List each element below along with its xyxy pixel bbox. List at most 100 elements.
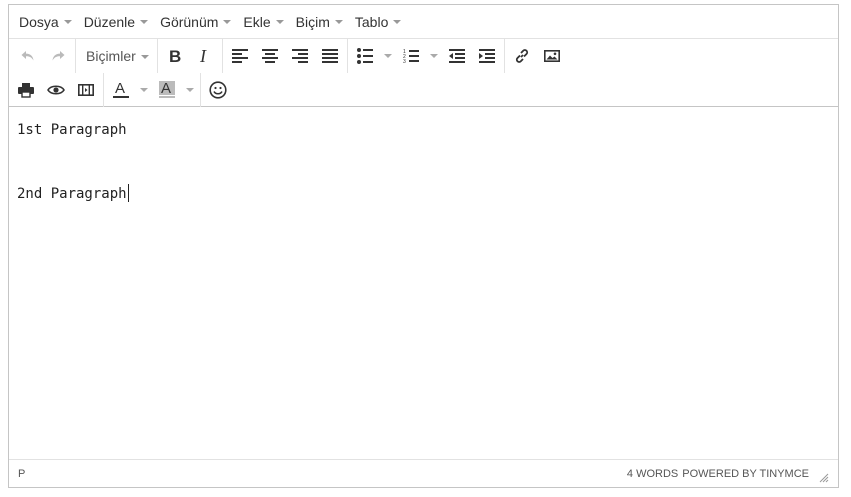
- emoticons-icon: [209, 81, 227, 99]
- bold-icon: B: [169, 48, 181, 64]
- paragraph-1: 1st Paragraph: [17, 122, 127, 138]
- undo-button[interactable]: [13, 42, 43, 70]
- emoticon-group: [201, 73, 235, 107]
- menu-table[interactable]: Tablo: [349, 7, 407, 37]
- formats-dropdown[interactable]: Biçimler: [78, 42, 155, 70]
- align-right-icon: [291, 49, 308, 63]
- text-color-icon: A: [113, 81, 129, 98]
- text-cursor: [127, 184, 129, 202]
- outdent-button[interactable]: [442, 42, 472, 70]
- paragraph-2: 2nd Paragraph: [17, 184, 830, 202]
- align-center-icon: [261, 49, 278, 63]
- background-color-dropdown[interactable]: [182, 76, 198, 104]
- powered-by-link[interactable]: POWERED BY TINYMCE: [682, 468, 809, 480]
- bullet-list-icon: [356, 48, 373, 64]
- toolbar-row-2: A A: [9, 73, 235, 107]
- menu-insert[interactable]: Ekle: [237, 7, 289, 37]
- menubar: Dosya Düzenle Görünüm Ekle Biçim Tablo: [9, 5, 838, 39]
- numbered-list-dropdown[interactable]: [426, 42, 442, 70]
- word-count: 4 WORDS: [626, 467, 679, 480]
- outdent-icon: [448, 49, 465, 63]
- editor-content-area[interactable]: 1st Paragraph 2nd Paragraph: [9, 107, 838, 459]
- align-right-button[interactable]: [285, 42, 315, 70]
- align-group: [223, 39, 348, 73]
- text-color-dropdown[interactable]: [136, 76, 152, 104]
- chevron-down-icon: [140, 20, 149, 24]
- chevron-down-icon: [334, 20, 343, 24]
- background-color-icon: A: [159, 81, 175, 98]
- align-left-button[interactable]: [225, 42, 255, 70]
- numbered-list-icon: 123: [403, 49, 419, 64]
- numbered-list-button[interactable]: 123: [396, 42, 426, 70]
- bullet-list-dropdown[interactable]: [380, 42, 396, 70]
- paragraph-2-text: 2nd Paragraph: [17, 186, 127, 202]
- formats-group: Biçimler: [76, 39, 158, 73]
- italic-icon: I: [199, 48, 207, 64]
- toolbar: Biçimler B I 1 2 3 A A: [9, 39, 838, 107]
- menu-edit[interactable]: Düzenle: [78, 7, 154, 37]
- preview-icon: [47, 85, 65, 95]
- toolbar-row-1: Biçimler B I 1 2 3: [9, 39, 569, 73]
- formats-label: Biçimler: [86, 48, 136, 64]
- emoticons-button[interactable]: [203, 76, 233, 104]
- history-group: [9, 39, 76, 73]
- menu-edit-label: Düzenle: [83, 13, 136, 30]
- align-center-button[interactable]: [255, 42, 285, 70]
- menu-file[interactable]: Dosya: [13, 7, 78, 37]
- preview-button[interactable]: [41, 76, 71, 104]
- insert-group: [505, 39, 569, 73]
- link-icon: [515, 49, 528, 63]
- status-right: 4 WORDS POWERED BY TINYMCE: [627, 465, 829, 483]
- redo-icon: [52, 51, 65, 61]
- style-group: B I: [158, 39, 223, 73]
- media-button[interactable]: [71, 76, 101, 104]
- redo-button[interactable]: [43, 42, 73, 70]
- svg-text:A: A: [115, 81, 125, 97]
- chevron-down-icon: [186, 88, 194, 92]
- menu-insert-label: Ekle: [243, 13, 271, 30]
- text-color-button[interactable]: A: [106, 76, 136, 104]
- statusbar: P 4 WORDS POWERED BY TINYMCE: [9, 459, 838, 487]
- chevron-down-icon: [393, 20, 402, 24]
- image-button[interactable]: [537, 42, 567, 70]
- link-button[interactable]: [507, 42, 537, 70]
- resize-handle-icon[interactable]: [819, 473, 829, 483]
- svg-text:3: 3: [403, 59, 406, 64]
- chevron-down-icon: [429, 54, 438, 58]
- print-button[interactable]: [11, 76, 41, 104]
- background-color-button[interactable]: A: [152, 76, 182, 104]
- menu-view[interactable]: Görünüm: [154, 7, 237, 37]
- menu-file-label: Dosya: [19, 13, 59, 30]
- chevron-down-icon: [275, 20, 284, 24]
- bullet-list-button[interactable]: [350, 42, 380, 70]
- indent-button[interactable]: [472, 42, 502, 70]
- menu-view-label: Görünüm: [160, 13, 219, 30]
- chevron-down-icon: [223, 20, 232, 24]
- image-icon: [543, 49, 560, 62]
- align-justify-icon: [321, 49, 338, 63]
- align-left-icon: [231, 49, 248, 63]
- menu-format-label: Biçim: [295, 13, 330, 30]
- list-group: 123: [348, 39, 505, 73]
- color-group: A A: [104, 73, 201, 107]
- paragraph-empty: [17, 164, 830, 184]
- chevron-down-icon: [140, 88, 148, 92]
- bold-button[interactable]: B: [160, 42, 190, 70]
- print-icon: [18, 83, 34, 98]
- menu-format[interactable]: Biçim: [290, 7, 349, 37]
- chevron-down-icon: [140, 54, 149, 59]
- chevron-down-icon: [63, 20, 72, 24]
- element-path[interactable]: P: [18, 468, 25, 480]
- undo-icon: [21, 51, 34, 61]
- svg-text:B: B: [169, 48, 181, 64]
- align-justify-button[interactable]: [315, 42, 345, 70]
- indent-icon: [478, 49, 495, 63]
- svg-text:A: A: [161, 81, 171, 97]
- media-icon: [78, 83, 94, 96]
- output-group: [9, 73, 104, 107]
- menu-table-label: Tablo: [354, 13, 389, 30]
- rich-text-editor: Dosya Düzenle Görünüm Ekle Biçim Tablo B…: [8, 4, 839, 488]
- chevron-down-icon: [383, 54, 392, 58]
- svg-text:I: I: [199, 48, 207, 64]
- italic-button[interactable]: I: [190, 42, 220, 70]
